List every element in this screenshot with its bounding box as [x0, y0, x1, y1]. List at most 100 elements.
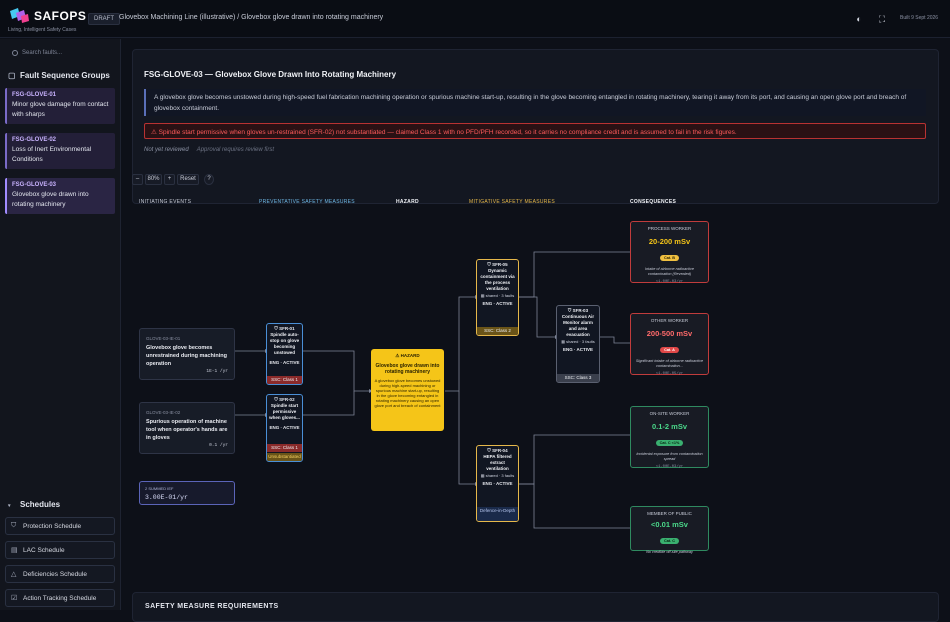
top-bar: SAFOPS Living, Intelligent Safety Cases …: [0, 0, 950, 38]
sfr-name: Spindle start permissive when gloves...: [269, 403, 300, 420]
fsg-title: Minor glove damage from contact with sha…: [12, 101, 109, 118]
initiating-event-ie-02[interactable]: GLOVE-03-IE-02 Spurious operation of mac…: [139, 402, 235, 454]
consequence-dose: 20-200 mSv: [648, 237, 691, 246]
sfr-shared: ▦ shared · 3 faults: [480, 473, 515, 478]
sfr-id: ⛉ SFR-03: [567, 308, 589, 313]
consequence-description: No credible off-site pathway: [646, 550, 693, 554]
consequence-process-worker[interactable]: PROCESS WORKER 20-200 mSv Cat. B Intake …: [630, 221, 709, 284]
sfr-id: ⛉ SFR-04: [487, 448, 508, 453]
requirements-section[interactable]: SAFETY MEASURE REQUIREMENTS: [132, 592, 939, 622]
sfr-id: ⛉ SFR-05: [487, 262, 508, 267]
sidebar-item-fsg-glove-01[interactable]: FSG-GLOVE-01 Minor glove damage from con…: [5, 88, 115, 124]
sfr-ssc: Defence-in-Depth: [477, 507, 518, 521]
zoom-in-button[interactable]: +: [164, 174, 175, 185]
sfr-type: ENG · ACTIVE: [482, 481, 513, 486]
consequence-frequency: <1.00E-03/yr: [655, 280, 684, 284]
sidebar-item-action-tracking-schedule[interactable]: ☑ Action Tracking Schedule: [5, 589, 115, 607]
hazard-name: Glovebox glove drawn into rotating machi…: [375, 363, 440, 375]
shield-icon: ⛉: [11, 522, 17, 529]
sidebar-item-protection-schedule[interactable]: ⛉ Protection Schedule: [5, 517, 115, 535]
ie-frequency: 0.1 /yr: [209, 443, 228, 448]
schedules-heading[interactable]: ▾ Schedules: [8, 500, 60, 509]
sidebar-item-fsg-glove-02[interactable]: FSG-GLOVE-02 Loss of Inert Environmental…: [5, 133, 115, 169]
col-hazard: HAZARD: [396, 199, 419, 205]
search-icon: [12, 50, 18, 56]
hazard-node[interactable]: ⚠ HAZARD Glovebox glove drawn into rotat…: [371, 349, 444, 431]
safety-measure-sfr-04[interactable]: ⛉ SFR-04 HEPA filtered extract ventilati…: [476, 445, 519, 522]
warning-icon: △: [11, 571, 17, 578]
hazard-label: ⚠ HAZARD: [395, 353, 420, 358]
consequence-category: Cat. A: [660, 347, 679, 353]
initiating-event-ie-01[interactable]: GLOVE-03-IE-01 Glovebox glove becomes un…: [139, 328, 235, 380]
search-input[interactable]: Search faults...: [8, 49, 112, 61]
sfr-ssc: SSC: Class 2: [477, 327, 518, 335]
consequence-description: Incidental exposure from contamination s…: [636, 452, 703, 461]
warning-banner: ⚠ Spindle start permissive when gloves u…: [144, 123, 926, 139]
fullscreen-icon[interactable]: ⛶: [876, 13, 888, 25]
consequence-description: Significant intake of airborne radioacti…: [635, 359, 704, 368]
folder-icon: ▢: [8, 71, 16, 80]
theme-toggle-icon[interactable]: ◐: [853, 13, 865, 25]
sidebar-item-fsg-glove-03[interactable]: FSG-GLOVE-03 Glovebox glove drawn into r…: [5, 178, 115, 214]
review-status: Not yet reviewed Approval requires review…: [144, 147, 274, 153]
requirements-heading: SAFETY MEASURE REQUIREMENTS: [145, 603, 279, 610]
draft-badge: DRAFT: [88, 13, 120, 25]
fsg-title: Loss of Inert Environmental Conditions: [12, 146, 92, 163]
zoom-out-button[interactable]: –: [132, 174, 143, 185]
consequence-frequency: <1.00E-05/yr: [655, 372, 684, 376]
zoom-reset-button[interactable]: Reset: [177, 174, 199, 185]
ie-frequency: 1E-1 /yr: [206, 369, 228, 374]
fsg-description: A glovebox glove becomes unstowed during…: [144, 89, 926, 116]
sfr-name: Continuous Air Monitor alarm and area ev…: [561, 314, 595, 337]
fsg-id: FSG-GLOVE-02: [12, 137, 57, 143]
safety-measure-sfr-02[interactable]: ⛉ SFR-02 Spindle start permissive when g…: [266, 394, 303, 462]
chevron-down-icon: ▾: [8, 503, 11, 509]
consequence-frequency: <1.00E-03/yr: [655, 465, 684, 469]
consequence-on-site-worker[interactable]: ON-SITE WORKER 0.1-2 mSv Cat. C <1% Inci…: [630, 406, 709, 469]
safety-measure-sfr-03[interactable]: ⛉ SFR-03 Continuous Air Monitor alarm an…: [556, 305, 600, 383]
sfr-id: ⛉ SFR-01: [274, 326, 295, 331]
sidebar-item-lac-schedule[interactable]: ▤ LAC Schedule: [5, 541, 115, 559]
safety-measure-sfr-05[interactable]: ⛉ SFR-05 Dynamic containment via the pro…: [476, 259, 519, 336]
consequence-dose: <0.01 mSv: [651, 520, 688, 529]
summed-value: 3.00E-01/yr: [145, 494, 188, 501]
zoom-level: 80%: [145, 174, 162, 185]
sfr-name: Spindle auto-stop on glove becoming unst…: [269, 332, 300, 355]
col-preventative: PREVENTATIVE SAFETY MEASURES: [259, 199, 355, 205]
consequence-title: ON-SITE WORKER: [649, 411, 690, 416]
help-button[interactable]: ?: [204, 174, 214, 185]
warning-text: Spindle start permissive when gloves un-…: [158, 129, 737, 136]
brand-name: SAFOPS: [34, 9, 87, 23]
unsubstantiated-badge: Unsubstantiated: [267, 453, 302, 461]
safops-logo-icon: [10, 8, 29, 23]
search-placeholder: Search faults...: [22, 50, 63, 56]
sfr-id: ⛉ SFR-02: [274, 397, 295, 402]
consequence-dose: 200-500 mSv: [646, 329, 693, 338]
main-content: FSG-GLOVE-03 — Glovebox Glove Drawn Into…: [122, 39, 950, 622]
sfr-type: ENG · ACTIVE: [482, 301, 513, 306]
sfr-ssc: SSC: Class 3: [557, 374, 599, 382]
consequence-other-worker[interactable]: OTHER WORKER 200-500 mSv Cat. A Signific…: [630, 313, 709, 376]
sfr-type: ENG · ACTIVE: [269, 360, 300, 365]
consequence-member-of-public[interactable]: MEMBER OF PUBLIC <0.01 mSv Cat. C No cre…: [630, 506, 709, 554]
fsg-heading: ▢ Fault Sequence Groups: [8, 71, 110, 80]
sidebar-item-deficiencies-schedule[interactable]: △ Deficiencies Schedule: [5, 565, 115, 583]
col-mitigative: MITIGATIVE SAFETY MEASURES: [469, 199, 555, 205]
summed-ief: 2 SUMMED IEF 3.00E-01/yr: [139, 481, 235, 505]
tagline: Living, Intelligent Safety Cases: [8, 27, 77, 33]
safety-measure-sfr-01[interactable]: ⛉ SFR-01 Spindle auto-stop on glove beco…: [266, 323, 303, 385]
fsg-id: FSG-GLOVE-01: [12, 92, 57, 98]
sfr-name: HEPA filtered extract ventilation: [483, 454, 512, 471]
sidebar: Search faults... ▢ Fault Sequence Groups …: [0, 39, 121, 610]
sfr-type: ENG · ACTIVE: [269, 425, 300, 430]
hazard-text: A glovebox glove becomes unstowed during…: [374, 378, 441, 408]
sfr-type: ENG · ACTIVE: [562, 347, 594, 352]
document-icon: ▤: [11, 547, 18, 554]
warning-icon: ⚠: [151, 129, 159, 136]
sfr-ssc: SSC: Class 1: [267, 444, 302, 452]
consequence-title: PROCESS WORKER: [647, 226, 692, 231]
page-title: FSG-GLOVE-03 — Glovebox Glove Drawn Into…: [144, 70, 397, 79]
sfr-shared: ▦ shared · 3 faults: [561, 339, 595, 344]
breadcrumb[interactable]: Glovebox Machining Line (illustrative) /…: [119, 14, 383, 21]
fsg-id: FSG-GLOVE-03: [12, 182, 57, 188]
